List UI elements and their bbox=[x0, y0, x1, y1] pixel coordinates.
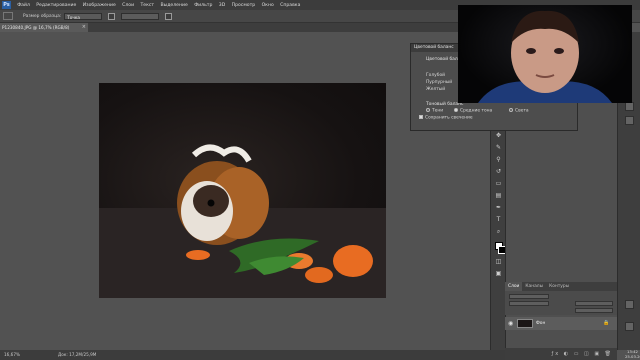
menu-3d[interactable]: 3D bbox=[216, 3, 229, 8]
adjustments-panel-icon[interactable] bbox=[625, 322, 634, 331]
status-bar: 16,67% Док: 17,2M/25,9M bbox=[0, 350, 505, 360]
guinea-pig-eye bbox=[207, 199, 215, 207]
tab-layers[interactable]: Слои bbox=[505, 282, 523, 291]
tab-channels[interactable]: Каналы bbox=[522, 282, 546, 291]
move-tool-icon[interactable]: ✥ bbox=[495, 132, 502, 139]
slider-left-label: Желтый bbox=[426, 87, 446, 92]
screen-mode-icon[interactable]: ▣ bbox=[495, 270, 502, 277]
tone-option-highlights[interactable]: Света bbox=[509, 108, 529, 114]
document-tab[interactable]: P1230840.JPG @ 16,7% (RGB/8) × bbox=[0, 23, 88, 32]
presenter-video bbox=[478, 10, 612, 103]
brush-tool-icon[interactable]: ✎ bbox=[495, 144, 502, 151]
document-size: Док: 17,2M/25,9M bbox=[58, 352, 97, 357]
sample-layers-select[interactable] bbox=[121, 12, 160, 20]
presenter-left-eye bbox=[526, 48, 536, 54]
radio-midtones[interactable] bbox=[454, 108, 458, 112]
sample-size-label: Размер образца: bbox=[23, 13, 62, 19]
eyedropper-tool-icon[interactable] bbox=[3, 12, 13, 20]
layers-footer-icons[interactable]: ƒx ◐ ▭ ◫ ▣ 🗑 bbox=[505, 348, 617, 360]
preserve-luminosity[interactable]: Сохранить свечение bbox=[419, 115, 473, 121]
menu-image[interactable]: Изображение bbox=[80, 3, 119, 8]
type-tool-icon[interactable]: T bbox=[495, 216, 502, 223]
carrot-slice-4 bbox=[305, 267, 333, 283]
guinea-pig-crest bbox=[191, 144, 252, 163]
layer-filter-select[interactable] bbox=[509, 294, 549, 299]
webcam-overlay bbox=[458, 5, 632, 103]
presenter-right-eye bbox=[554, 48, 564, 54]
menu-layers[interactable]: Слои bbox=[119, 3, 137, 8]
tone-option-midtones[interactable]: Средние тона bbox=[454, 108, 492, 114]
show-ring-checkbox[interactable] bbox=[165, 12, 173, 20]
brush-panel-icon[interactable] bbox=[625, 300, 634, 309]
stamp-tool-icon[interactable]: ⚲ bbox=[495, 156, 502, 163]
preserve-luminosity-label: Сохранить свечение bbox=[425, 115, 473, 121]
sample-size-select[interactable]: Точка bbox=[64, 12, 103, 20]
lock-icon: 🔒 bbox=[603, 320, 610, 326]
radio-shadows-label: Тени bbox=[432, 108, 444, 114]
properties-panel-icon[interactable] bbox=[625, 116, 634, 125]
blend-mode-select[interactable] bbox=[509, 301, 549, 306]
radio-shadows[interactable] bbox=[426, 108, 430, 112]
slider-left-label: Голубой bbox=[426, 73, 446, 78]
quick-mask-icon[interactable]: ◫ bbox=[495, 258, 502, 265]
menu-type[interactable]: Текст bbox=[137, 3, 157, 8]
history-brush-icon[interactable]: ↺ bbox=[495, 168, 502, 175]
layers-panel-tabs: Слои Каналы Контуры bbox=[505, 282, 617, 291]
document-image[interactable] bbox=[99, 83, 386, 298]
history-panel-icon[interactable] bbox=[625, 102, 634, 111]
gradient-tool-icon[interactable]: ▤ bbox=[495, 192, 502, 199]
pen-tool-icon[interactable]: ✒ bbox=[495, 204, 502, 211]
layer-row-background[interactable]: ◉ Фон 🔒 bbox=[505, 317, 617, 330]
document-tab-title: P1230840.JPG @ 16,7% (RGB/8) bbox=[2, 25, 70, 30]
layer-controls bbox=[505, 291, 617, 315]
menu-select[interactable]: Выделение bbox=[157, 3, 191, 8]
eraser-tool-icon[interactable]: ▭ bbox=[495, 180, 502, 187]
slider-left-label: Пурпурный bbox=[426, 80, 453, 85]
menu-edit[interactable]: Редактирование bbox=[33, 3, 79, 8]
carrot-slice-2 bbox=[333, 245, 373, 277]
menu-filter[interactable]: Фильтр bbox=[191, 3, 216, 8]
carrot-slice-1 bbox=[186, 250, 210, 260]
opacity-field[interactable] bbox=[575, 301, 613, 306]
radio-midtones-label: Средние тона bbox=[460, 108, 493, 114]
document-tab-bar: P1230840.JPG @ 16,7% (RGB/8) × bbox=[0, 23, 505, 32]
tab-paths[interactable]: Контуры bbox=[546, 282, 572, 291]
menu-help[interactable]: Справка bbox=[277, 3, 304, 8]
guinea-pig-photo bbox=[99, 144, 386, 298]
layer-name: Фон bbox=[536, 321, 546, 326]
menu-view[interactable]: Просмотр bbox=[228, 3, 258, 8]
taskbar-clock: 13:42 25.03.2019 bbox=[625, 349, 640, 359]
sample-all-layers-checkbox[interactable] bbox=[108, 12, 116, 20]
radio-highlights-label: Света bbox=[515, 108, 529, 114]
tone-option-shadows[interactable]: Тени bbox=[426, 108, 443, 114]
close-tab-icon[interactable]: × bbox=[82, 23, 86, 32]
layer-thumbnail bbox=[517, 319, 533, 328]
zoom-tool-icon[interactable]: ⌕ bbox=[495, 228, 502, 235]
visibility-eye-icon[interactable]: ◉ bbox=[508, 320, 513, 327]
photoshop-logo-icon: Ps bbox=[2, 1, 11, 9]
menu-window[interactable]: Окно bbox=[258, 3, 277, 8]
zoom-level[interactable]: 16,67% bbox=[4, 350, 20, 360]
clock-date: 25.03.2019 bbox=[625, 353, 640, 359]
preserve-luminosity-checkbox[interactable] bbox=[419, 115, 423, 119]
menu-file[interactable]: Файл bbox=[14, 3, 33, 8]
radio-highlights[interactable] bbox=[509, 108, 513, 112]
fill-field[interactable] bbox=[575, 308, 613, 313]
